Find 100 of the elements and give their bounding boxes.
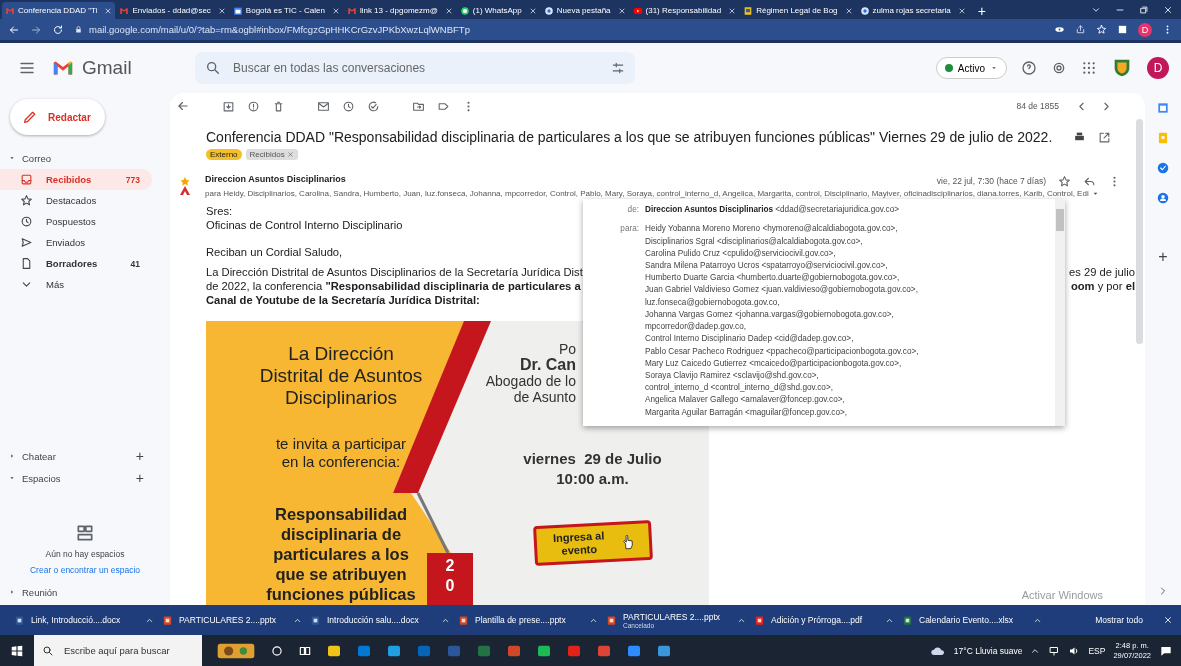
apps-grid-icon[interactable]: [1081, 60, 1097, 76]
recipient-address: Margarita Aguilar Barragán <maguilar@foncep.gov.co>,: [645, 406, 849, 419]
browser-tab[interactable]: Bogotá es TIC - Calen: [229, 2, 343, 19]
join-event-button[interactable]: Ingresa al evento: [532, 519, 653, 567]
close-icon[interactable]: [844, 6, 853, 15]
flyer-title: que se atribuyen: [275, 564, 407, 584]
weather-text[interactable]: 17°C Lluvia suave: [953, 645, 1023, 656]
browser-tab[interactable]: Nueva pestaña: [540, 2, 629, 19]
close-icon[interactable]: [617, 6, 626, 15]
folder-item[interactable]: Pospuestos: [0, 211, 152, 232]
network-icon[interactable]: [1048, 644, 1061, 657]
folder-item[interactable]: Enviados: [0, 232, 152, 253]
section-label[interactable]: Correo: [22, 152, 52, 164]
tasks-icon[interactable]: [1156, 161, 1170, 175]
sender-name: Direccion Asuntos Disciplinarios: [205, 174, 347, 186]
account-avatar[interactable]: D: [1147, 57, 1169, 79]
compose-button[interactable]: Redactar: [10, 99, 105, 135]
spaces-link[interactable]: Crear o encontrar un espacio: [29, 565, 141, 575]
section-label[interactable]: Chatear: [22, 450, 56, 462]
browser-tab[interactable]: Conferencia DDAD "Ti: [2, 2, 116, 19]
calendar-icon[interactable]: [1156, 101, 1170, 115]
share-icon[interactable]: [1075, 24, 1086, 35]
trash-icon[interactable]: [272, 99, 285, 113]
close-icon[interactable]: [957, 6, 966, 15]
status-dropdown[interactable]: Activo: [935, 57, 1007, 79]
restore-icon[interactable]: [1139, 4, 1149, 15]
filter-sliders-icon[interactable]: [611, 61, 625, 75]
add-button[interactable]: +: [1152, 247, 1174, 267]
new-tab-button[interactable]: +: [969, 3, 994, 19]
taskbar-search-field[interactable]: Escribe aquí para buscar: [34, 635, 202, 666]
open-new-window-icon[interactable]: [1098, 130, 1111, 144]
reload-icon[interactable]: [52, 23, 64, 36]
contacts-icon[interactable]: [1156, 191, 1170, 205]
close-icon[interactable]: [217, 6, 226, 15]
folder-item[interactable]: Borradores 41: [0, 253, 152, 274]
star-icon[interactable]: [1058, 174, 1071, 188]
download-item[interactable]: PARTICULARES 2....pptx: [158, 614, 306, 626]
add-button[interactable]: +: [129, 447, 150, 465]
search-field[interactable]: Buscar en todas las conversaciones: [233, 56, 599, 80]
download-item[interactable]: Link, Introducció....docx: [10, 614, 158, 626]
star-icon[interactable]: [1096, 24, 1107, 35]
download-item[interactable]: Adición y Prórroga....pdf: [750, 614, 898, 626]
folder-item[interactable]: Destacados: [0, 190, 152, 211]
address-bar[interactable]: mail.google.com/mail/u/0/?tab=rm&ogbl#inbox/FMfcgzGpHHKCrGzvJPKbXwzLqlWNBFTp: [89, 24, 1044, 35]
powerpoint-file-icon: [458, 614, 469, 626]
taskbar-search-input[interactable]: Escribe aquí para buscar: [62, 644, 196, 657]
caret-right-icon[interactable]: [8, 588, 16, 596]
email-label[interactable]: Recibidos: [245, 149, 298, 160]
side-panel-icon[interactable]: [1117, 24, 1128, 35]
clock-icon[interactable]: [342, 99, 355, 113]
close-icon[interactable]: [528, 6, 537, 15]
close-icon[interactable]: [331, 6, 340, 15]
scrollbar[interactable]: [1055, 199, 1065, 426]
flyer-heading: La Dirección: [288, 343, 394, 365]
section-label[interactable]: Espacios: [22, 472, 61, 484]
close-icon[interactable]: [444, 6, 453, 15]
close-icon[interactable]: [728, 6, 737, 15]
download-item[interactable]: Introducción salu....docx: [306, 614, 454, 626]
back-arrow-icon[interactable]: [176, 99, 190, 113]
show-all-button[interactable]: Mostrar todo: [1089, 614, 1149, 626]
flyer-title: disciplinaria de: [280, 524, 402, 544]
browser-tab[interactable]: zulma rojas secretaria: [856, 2, 969, 19]
eye-icon[interactable]: [1054, 24, 1065, 35]
caret-right-icon[interactable]: [8, 452, 16, 460]
gmail-logo-icon: [346, 5, 357, 16]
browser-tab[interactable]: (1) WhatsApp: [456, 2, 540, 19]
download-item[interactable]: Calendario Evento....xlsx: [898, 614, 1046, 626]
folder-item[interactable]: Más: [0, 274, 152, 295]
add-task-icon[interactable]: [367, 99, 380, 113]
back-arrow-icon[interactable]: [8, 23, 20, 36]
settings-icon[interactable]: [1051, 60, 1067, 76]
browser-tab[interactable]: Enviados - ddad@sec: [116, 2, 229, 19]
scrollbar[interactable]: [1136, 119, 1143, 344]
folder-item[interactable]: Recibidos 773: [0, 169, 152, 190]
document-icon: [20, 257, 33, 270]
email-label[interactable]: Externo: [206, 149, 242, 160]
browser-tab[interactable]: link 13 - dpgomezm@: [343, 2, 456, 19]
envelope-icon[interactable]: [317, 99, 330, 113]
body-text: Reciban un Cordial Saludo,: [206, 245, 343, 259]
close-icon[interactable]: [1163, 615, 1173, 625]
input-language[interactable]: ESP: [1088, 645, 1106, 656]
section-label[interactable]: Reunión: [22, 586, 58, 598]
recipient-address: Johanna Vargas Gomez <johanna.vargas@gobiernobogota.gov.co>,: [645, 308, 895, 321]
windows-start-icon[interactable]: [10, 643, 24, 658]
add-button[interactable]: +: [129, 469, 150, 487]
browser-tab[interactable]: Régimen Legal de Bog: [740, 2, 856, 19]
close-icon[interactable]: [104, 6, 113, 15]
profile-avatar[interactable]: D: [1138, 22, 1152, 37]
powerpoint-file-icon: [162, 614, 173, 626]
browser-tab[interactable]: (31) Responsabilidad: [629, 2, 740, 19]
archive-icon[interactable]: [222, 99, 235, 113]
cortana-icon[interactable]: [270, 643, 284, 658]
gmail-logo-icon: [5, 5, 15, 16]
search-icon[interactable]: [205, 60, 221, 76]
star-icon: [20, 194, 33, 207]
close-icon[interactable]: [1163, 4, 1173, 15]
search-box[interactable]: Buscar en todas las conversaciones: [195, 52, 635, 84]
help-icon[interactable]: [1021, 60, 1037, 76]
download-item[interactable]: Plantilla de prese....pptx: [454, 614, 602, 626]
report-icon[interactable]: [247, 99, 260, 113]
